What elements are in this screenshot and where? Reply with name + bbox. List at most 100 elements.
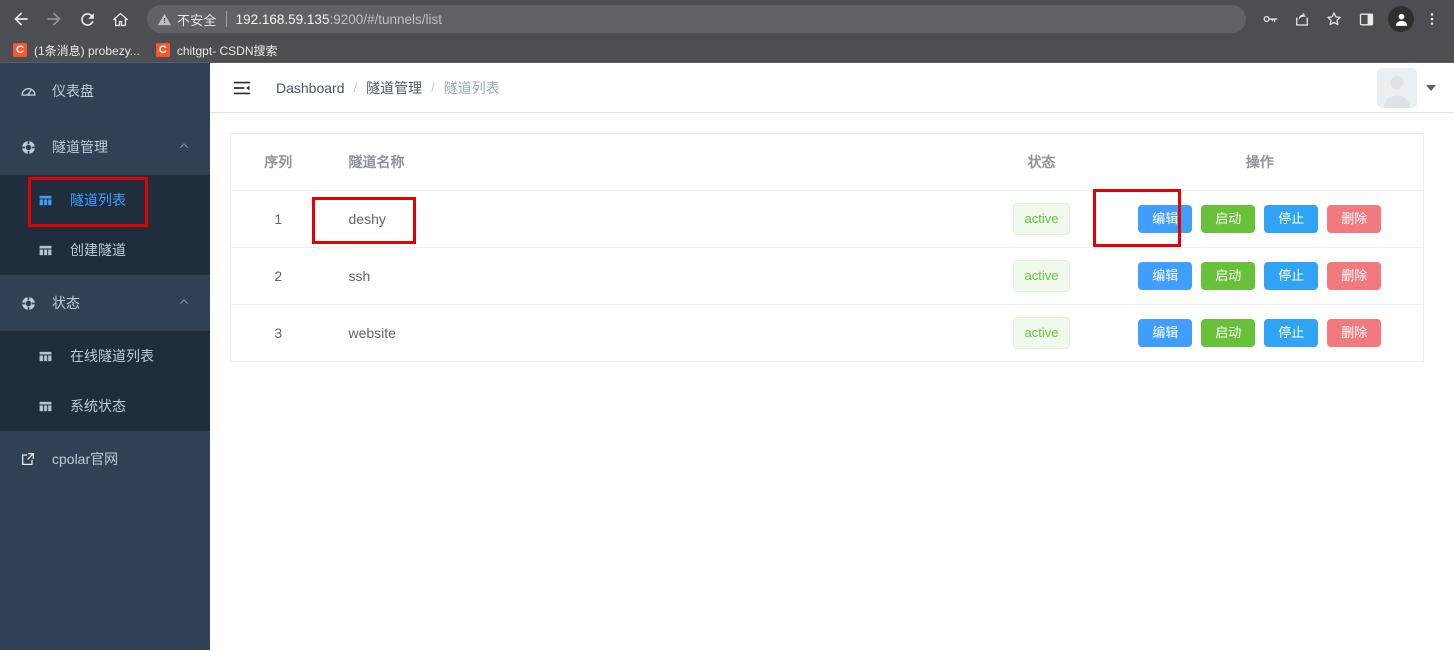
table-head: 序列 隧道名称 状态 操作 <box>230 133 1424 191</box>
sidebar-group-status[interactable]: 状态 <box>0 275 210 331</box>
top-navbar: Dashboard / 隧道管理 / 隧道列表 <box>210 63 1454 113</box>
edit-button[interactable]: 编辑 <box>1138 319 1193 347</box>
cell-seq: 2 <box>230 247 326 305</box>
main-content: Dashboard / 隧道管理 / 隧道列表 序列 隧道名称 状态 操作 1 … <box>210 63 1454 650</box>
kebab-menu-icon[interactable] <box>1418 5 1446 33</box>
external-link-icon <box>20 451 44 467</box>
browser-toolbar: 不安全 192.168.59.135:9200/#/tunnels/list <box>0 0 1454 38</box>
caret-down-icon[interactable] <box>1426 84 1436 91</box>
bookmark-item[interactable]: C chitgpt- CSDN搜索 <box>153 39 285 61</box>
forward-button[interactable] <box>39 4 69 34</box>
delete-button[interactable]: 删除 <box>1327 319 1382 347</box>
sidebar-group-tunnel-management[interactable]: 隧道管理 <box>0 119 210 175</box>
url-path: :9200/#/tunnels/list <box>329 11 443 27</box>
side-panel-icon[interactable] <box>1352 5 1380 33</box>
sidebar-item-label: cpolar官网 <box>52 451 119 467</box>
cell-name: website <box>325 304 987 362</box>
table-row: 3 website active 编辑 启动 停止 删除 <box>230 304 1424 362</box>
edit-button[interactable]: 编辑 <box>1138 262 1193 290</box>
sidebar-item-label: 隧道列表 <box>70 192 126 208</box>
cell-operations: 编辑 启动 停止 删除 <box>1096 304 1424 362</box>
start-button[interactable]: 启动 <box>1201 205 1256 233</box>
reload-button[interactable] <box>72 4 102 34</box>
sidebar-item-label: 创建隧道 <box>70 242 126 258</box>
sidebar-item-create-tunnel[interactable]: 创建隧道 <box>0 225 210 275</box>
table-row: 1 deshy active 编辑 启动 停止 删除 <box>230 189 1424 248</box>
table-row: 2 ssh active 编辑 启动 停止 删除 <box>230 247 1424 305</box>
address-bar[interactable]: 不安全 192.168.59.135:9200/#/tunnels/list <box>147 5 1246 33</box>
star-icon[interactable] <box>1320 5 1348 33</box>
sidebar-item-online-tunnel-list[interactable]: 在线隧道列表 <box>0 331 210 381</box>
profile-icon <box>1395 13 1407 26</box>
security-label: 不安全 <box>177 12 217 28</box>
grid-icon <box>38 193 60 208</box>
sidebar-submenu-tunnel: 隧道列表 创建隧道 <box>0 175 210 275</box>
user-avatar-icon <box>1377 67 1417 108</box>
column-header-seq: 序列 <box>230 133 326 191</box>
bookmark-item[interactable]: C (1条消息) probezy... <box>10 39 147 61</box>
sidebar-item-label: 在线隧道列表 <box>70 348 154 364</box>
sidebar-submenu-status: 在线隧道列表 系统状态 <box>0 331 210 431</box>
column-header-ops: 操作 <box>1096 133 1424 191</box>
sidebar: 仪表盘 隧道管理 隧道列表 创建隧道 状态 在线隧道列表 系统状态 cpolar… <box>0 63 210 650</box>
chevron-up-icon <box>178 295 190 311</box>
dashboard-icon <box>20 83 44 100</box>
cell-name: ssh <box>325 247 987 305</box>
sidebar-item-dashboard[interactable]: 仪表盘 <box>0 63 210 119</box>
start-button[interactable]: 启动 <box>1201 262 1256 290</box>
avatar[interactable] <box>1377 67 1417 108</box>
column-header-name: 隧道名称 <box>325 133 987 191</box>
start-button[interactable]: 启动 <box>1201 319 1256 347</box>
bookmark-title: (1条消息) probezy... <box>34 43 140 58</box>
omnibox-separator <box>225 11 227 27</box>
grid-icon <box>38 243 60 258</box>
stop-button[interactable]: 停止 <box>1264 262 1319 290</box>
status-badge: active <box>1012 317 1071 349</box>
user-menu[interactable] <box>1377 67 1436 108</box>
csdn-favicon: C <box>155 43 170 57</box>
edit-button[interactable]: 编辑 <box>1138 205 1193 233</box>
url-text: 192.168.59.135:9200/#/tunnels/list <box>236 12 442 27</box>
tunnels-table: 序列 隧道名称 状态 操作 1 deshy active 编辑 启动 停止 删除… <box>230 133 1424 362</box>
grid-icon <box>38 349 60 364</box>
breadcrumb-item-tunnel-list: 隧道列表 <box>443 79 500 96</box>
delete-button[interactable]: 删除 <box>1327 205 1382 233</box>
app-page: 仪表盘 隧道管理 隧道列表 创建隧道 状态 在线隧道列表 系统状态 cpolar… <box>0 63 1454 650</box>
cell-name: deshy <box>311 190 987 248</box>
sidebar-item-system-status[interactable]: 系统状态 <box>0 381 210 431</box>
back-arrow-icon <box>14 12 28 26</box>
breadcrumb-item-dashboard[interactable]: Dashboard <box>276 80 345 96</box>
reload-icon <box>80 12 94 26</box>
table-body: 1 deshy active 编辑 启动 停止 删除 2 ssh active … <box>230 189 1424 362</box>
sidebar-item-tunnel-list[interactable]: 隧道列表 <box>0 175 210 227</box>
bookmarks-bar: C (1条消息) probezy... C chitgpt- CSDN搜索 <box>0 38 1454 63</box>
tunnel-icon <box>20 139 44 156</box>
breadcrumb-separator: / <box>353 80 358 95</box>
cell-seq: 3 <box>230 304 326 362</box>
back-button[interactable] <box>6 4 36 34</box>
warning-triangle-icon <box>157 12 172 27</box>
delete-button[interactable]: 删除 <box>1327 262 1382 290</box>
cell-seq: 1 <box>230 190 326 248</box>
stop-button[interactable]: 停止 <box>1264 319 1319 347</box>
menu-fold-icon[interactable] <box>230 76 254 100</box>
profile-avatar-button[interactable] <box>1388 6 1414 32</box>
home-icon <box>112 12 128 26</box>
breadcrumb-item-tunnel-management[interactable]: 隧道管理 <box>366 78 422 98</box>
share-icon[interactable] <box>1288 5 1316 33</box>
sidebar-item-cpolar-website[interactable]: cpolar官网 <box>0 431 210 487</box>
chevron-up-icon <box>178 139 190 155</box>
stop-button[interactable]: 停止 <box>1264 205 1319 233</box>
cell-state: active <box>986 304 1097 362</box>
home-button[interactable] <box>105 4 135 34</box>
grid-icon <box>38 399 60 414</box>
toolbar-actions <box>1252 5 1446 33</box>
password-key-icon[interactable] <box>1256 5 1284 33</box>
sidebar-item-label: 状态 <box>52 295 80 311</box>
cell-operations: 编辑 启动 停止 删除 <box>1096 247 1424 305</box>
sidebar-item-label: 隧道管理 <box>52 139 108 155</box>
row-action-buttons: 编辑 启动 停止 删除 <box>1107 319 1414 347</box>
bookmark-title: chitgpt- CSDN搜索 <box>176 43 278 58</box>
sidebar-item-label: 系统状态 <box>70 398 126 414</box>
browser-chrome: 不安全 192.168.59.135:9200/#/tunnels/list C… <box>0 0 1454 63</box>
